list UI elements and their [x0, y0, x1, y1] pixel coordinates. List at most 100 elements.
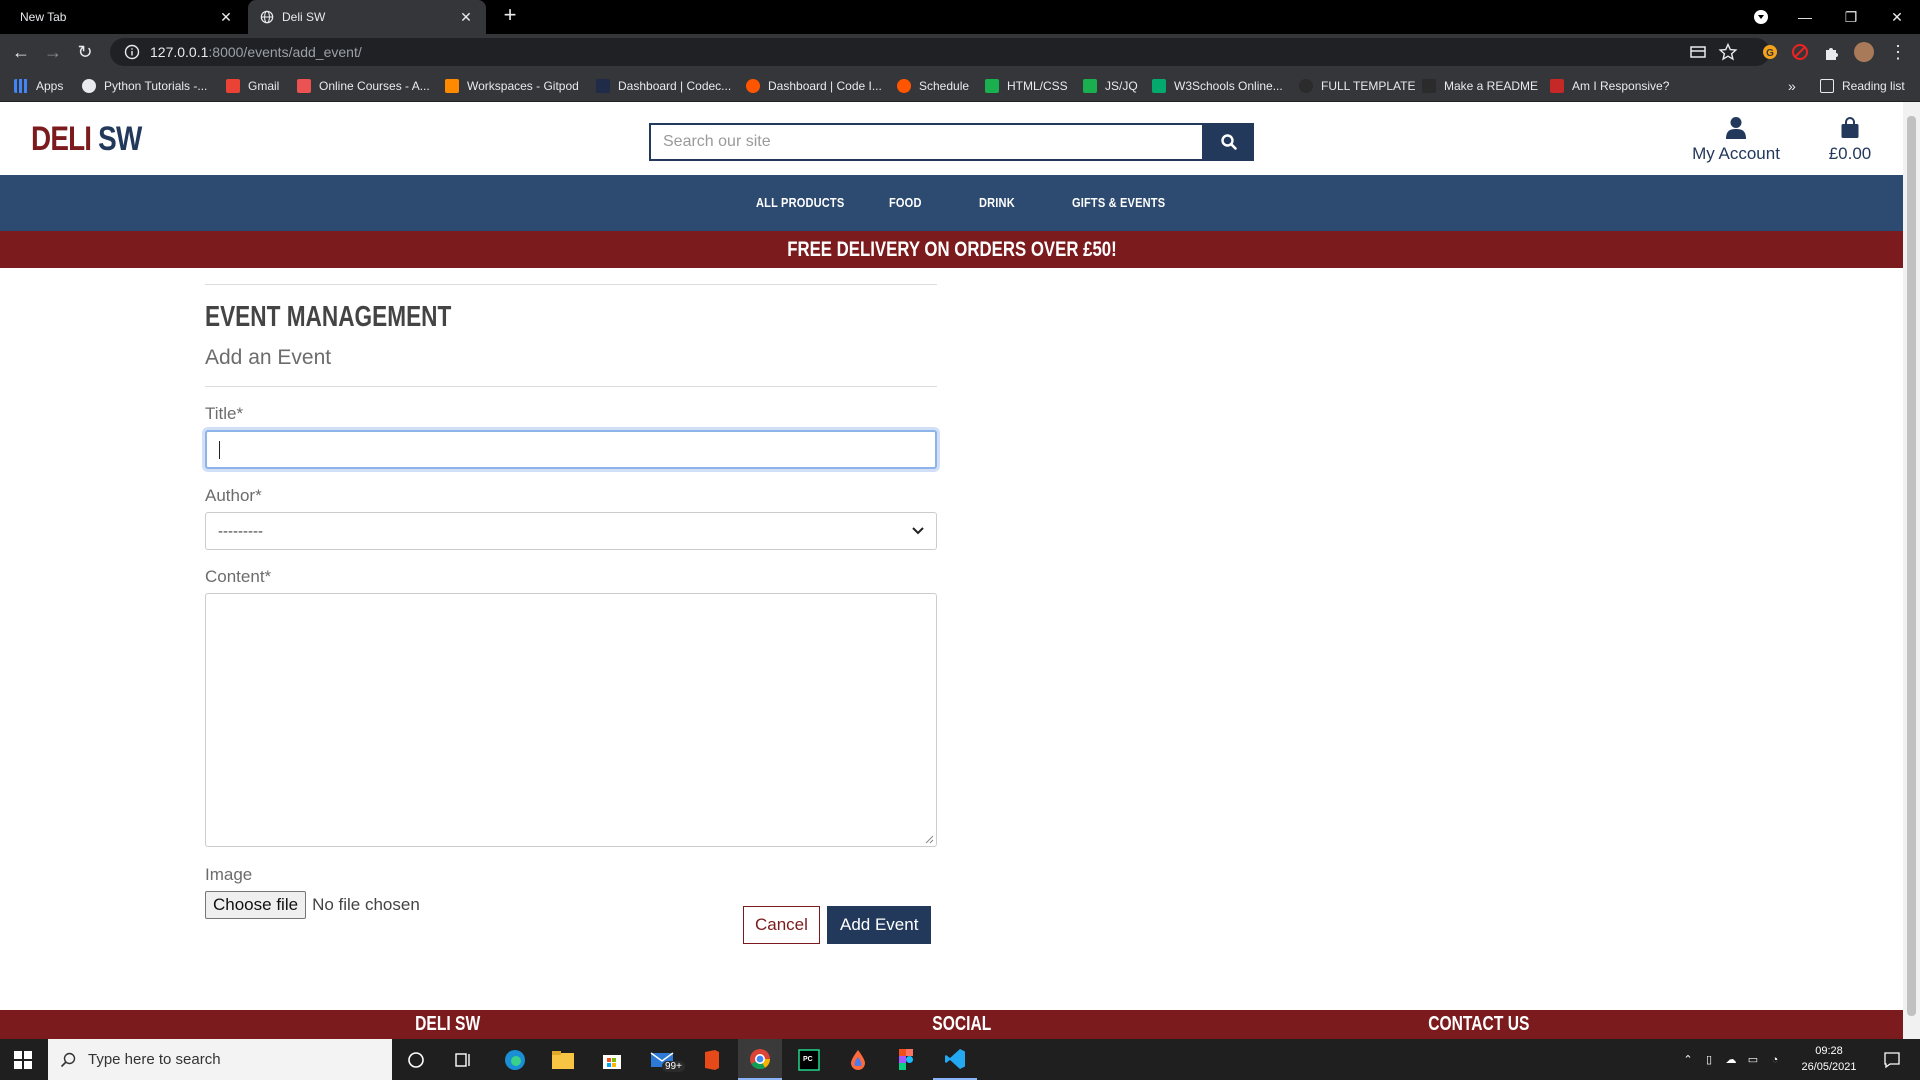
scrollbar-thumb[interactable] — [1907, 116, 1916, 1016]
edge-icon[interactable] — [493, 1039, 537, 1080]
search-input[interactable] — [649, 123, 1204, 161]
bookmark-code-institute[interactable]: Dashboard | Code I... — [746, 70, 882, 102]
clock-date: 26/05/2021 — [1801, 1061, 1857, 1073]
wifi-icon[interactable]: ◔ — [1764, 1054, 1786, 1066]
udemy-icon — [297, 79, 311, 93]
browser-toolbar: ← → ↻ 127.0.0.1:8000/events/add_event/ G… — [0, 34, 1920, 70]
cloud-icon[interactable]: ☁ — [1720, 1053, 1742, 1066]
site-header: DELI SW My Account £0.00 — [0, 102, 1903, 175]
bookmark-am-i-responsive[interactable]: Am I Responsive? — [1550, 70, 1669, 102]
cancel-button[interactable]: Cancel — [743, 906, 820, 944]
search-button[interactable] — [1204, 123, 1254, 161]
bookmark-gmail[interactable]: Gmail — [226, 70, 279, 102]
nav-food[interactable]: Food — [889, 175, 922, 231]
back-button[interactable]: ← — [9, 40, 33, 64]
store-icon[interactable] — [590, 1039, 634, 1080]
tab-label: Deli SW — [282, 10, 326, 24]
forward-button[interactable]: → — [41, 40, 65, 64]
bookmark-js-jq[interactable]: JS/JQ — [1083, 70, 1138, 102]
battery-icon[interactable]: ▭ — [1742, 1053, 1764, 1066]
svg-text:G: G — [1766, 48, 1774, 59]
tab-new-tab[interactable]: New Tab ✕ — [0, 0, 246, 34]
content-label: Content* — [205, 567, 272, 586]
chrome-icon[interactable] — [738, 1039, 782, 1080]
mail-badge: 99+ — [662, 1061, 685, 1072]
add-event-button[interactable]: Add Event — [827, 906, 932, 944]
system-tray: ⌃ ▯ ☁ ▭ ◔ — [1678, 1039, 1786, 1080]
pycharm-icon[interactable]: PC — [787, 1039, 831, 1080]
bookmark-online-courses[interactable]: Online Courses - A... — [297, 70, 430, 102]
shopping-bag-link[interactable]: £0.00 — [1820, 116, 1880, 164]
footer-heading-contact: Contact Us — [1428, 1013, 1530, 1035]
python-icon — [82, 79, 96, 93]
puzzle-icon[interactable] — [1822, 42, 1842, 62]
bookmarks-bar: Apps Python Tutorials -... Gmail Online … — [0, 70, 1920, 102]
new-tab-button[interactable]: + — [498, 4, 522, 28]
nav-all-products[interactable]: All Products — [756, 175, 844, 231]
url-host: 127.0.0.1 — [150, 44, 209, 60]
office-icon[interactable] — [690, 1039, 734, 1080]
notifications-icon[interactable] — [1872, 1039, 1912, 1080]
block-extension-icon[interactable] — [1790, 42, 1810, 62]
close-icon[interactable]: ✕ — [218, 9, 234, 26]
codecademy-icon — [596, 79, 610, 93]
reload-button[interactable]: ↻ — [73, 40, 97, 64]
profile-download-icon[interactable] — [1738, 0, 1784, 34]
title-input[interactable] — [205, 430, 937, 469]
paint-drop-icon[interactable] — [836, 1039, 880, 1080]
bookmark-make-readme[interactable]: Make a README — [1422, 70, 1538, 102]
bookmark-full-template[interactable]: FULL TEMPLATE — [1299, 70, 1415, 102]
file-explorer-icon[interactable] — [541, 1039, 585, 1080]
start-button[interactable] — [0, 1039, 46, 1080]
windows-logo-icon — [14, 1050, 32, 1069]
s-logo-icon — [1083, 79, 1097, 93]
bookmarks-overflow-button[interactable]: » — [1788, 70, 1796, 102]
figma-icon[interactable] — [884, 1039, 928, 1080]
device-icon[interactable]: ▯ — [1698, 1053, 1720, 1066]
menu-icon[interactable]: ⋮ — [1886, 40, 1910, 64]
page-scrollbar[interactable] — [1903, 102, 1920, 1039]
star-icon[interactable] — [1718, 42, 1738, 62]
bookmark-w3schools[interactable]: W3Schools Online... — [1152, 70, 1283, 102]
bookmark-codecademy[interactable]: Dashboard | Codec... — [596, 70, 731, 102]
bookmark-python-tutorials[interactable]: Python Tutorials -... — [82, 70, 207, 102]
url-path: :8000/events/add_event/ — [208, 44, 362, 60]
choose-file-button[interactable]: Choose file — [205, 891, 307, 919]
author-select[interactable]: --------- — [205, 512, 937, 550]
cortana-icon[interactable] — [396, 1039, 436, 1080]
bookmark-html-css[interactable]: HTML/CSS — [985, 70, 1068, 102]
restore-button[interactable]: ❐ — [1828, 0, 1874, 34]
close-window-button[interactable]: ✕ — [1874, 0, 1920, 34]
taskbar-search[interactable]: Type here to search — [48, 1039, 392, 1080]
nav-gifts-events[interactable]: Gifts & Events — [1072, 175, 1165, 231]
main-navigation: All Products Food Drink Gifts & Events — [0, 175, 1903, 231]
minimize-button[interactable]: — — [1782, 0, 1828, 34]
taskbar-clock[interactable]: 09:28 26/05/2021 — [1794, 1043, 1864, 1075]
resize-handle-icon[interactable] — [924, 834, 934, 844]
text-caret — [219, 441, 220, 459]
extension-g-icon[interactable]: G — [1760, 42, 1780, 62]
nav-drink[interactable]: Drink — [979, 175, 1015, 231]
site-logo[interactable]: DELI SW — [31, 120, 142, 159]
bookmark-apps[interactable]: Apps — [14, 70, 63, 102]
avatar[interactable] — [1854, 42, 1874, 62]
my-account-link[interactable]: My Account — [1688, 116, 1784, 164]
vscode-icon[interactable] — [933, 1039, 977, 1080]
page-title: Event Management — [205, 301, 452, 333]
clock-time: 09:28 — [1815, 1045, 1843, 1057]
bookmark-gitpod[interactable]: Workspaces - Gitpod — [445, 70, 579, 102]
bookmark-schedule[interactable]: Schedule — [897, 70, 969, 102]
s-logo-icon — [985, 79, 999, 93]
address-bar[interactable]: 127.0.0.1:8000/events/add_event/ — [110, 38, 1770, 66]
footer-heading-deli-sw: Deli SW — [415, 1013, 481, 1035]
tab-deli-sw[interactable]: Deli SW ✕ — [248, 0, 486, 34]
mail-icon[interactable]: 99+ — [640, 1039, 685, 1080]
reading-list-button[interactable]: Reading list — [1820, 70, 1905, 102]
content-textarea[interactable] — [205, 593, 937, 847]
install-app-icon[interactable] — [1688, 42, 1708, 62]
user-icon — [1726, 117, 1746, 139]
chevron-up-icon[interactable]: ⌃ — [1678, 1053, 1698, 1066]
close-icon[interactable]: ✕ — [458, 9, 474, 26]
task-view-icon[interactable] — [443, 1039, 483, 1080]
info-icon[interactable] — [124, 44, 140, 60]
